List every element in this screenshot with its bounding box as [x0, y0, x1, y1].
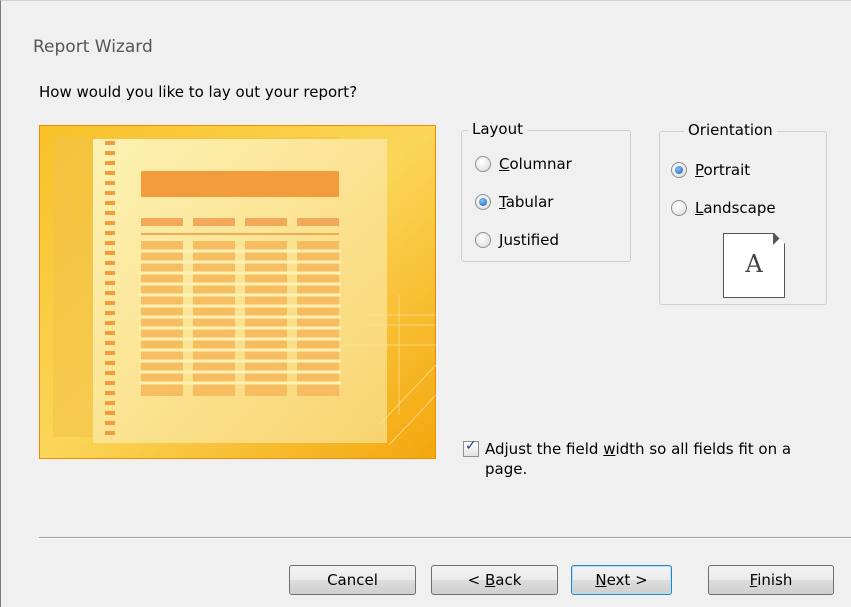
portrait-page-icon: A	[723, 233, 785, 298]
layout-columnar-radio[interactable]: Columnar	[475, 155, 572, 173]
justified-radio-circle[interactable]	[475, 232, 491, 248]
tabular-radio-circle[interactable]	[475, 194, 491, 210]
page-icon-letter: A	[745, 250, 763, 278]
adjust-field-width-checkbox[interactable]: Adjust the field width so all fields fit…	[463, 438, 805, 479]
button-separator	[39, 537, 851, 539]
landscape-radio-circle[interactable]	[671, 200, 687, 216]
tabular-label: Tabular	[499, 193, 554, 211]
justified-label: Justified	[499, 231, 560, 249]
layout-tabular-radio[interactable]: Tabular	[475, 193, 553, 211]
next-button[interactable]: Next >	[571, 565, 672, 595]
layout-justified-radio[interactable]: Justified	[475, 231, 559, 249]
orientation-landscape-radio[interactable]: Landscape	[671, 199, 776, 217]
portrait-label: Portrait	[695, 161, 751, 179]
adjust-field-width-label: Adjust the field width so all fields fit…	[485, 440, 792, 478]
landscape-label: Landscape	[695, 199, 776, 217]
page-fold-cutout	[774, 233, 785, 244]
layout-group-legend: Layout	[468, 120, 527, 138]
back-button[interactable]: < Back	[431, 565, 558, 595]
cancel-button-label: Cancel	[327, 571, 378, 589]
orientation-group-legend: Orientation	[684, 121, 777, 139]
cancel-button[interactable]: Cancel	[289, 565, 416, 595]
next-button-label: Next >	[595, 571, 648, 589]
adjust-field-width-checkbox-box[interactable]	[463, 438, 479, 457]
finish-button-label: Finish	[749, 571, 793, 589]
finish-button[interactable]: Finish	[708, 565, 834, 595]
report-layout-preview	[38, 124, 437, 460]
tabular-preview-image	[38, 124, 437, 460]
columnar-radio-circle[interactable]	[475, 156, 491, 172]
report-wizard-window: Report Wizard How would you like to lay …	[0, 0, 851, 607]
window-title: Report Wizard	[33, 37, 153, 57]
orientation-portrait-radio[interactable]: Portrait	[671, 161, 750, 179]
back-button-label: < Back	[467, 571, 522, 589]
layout-question: How would you like to lay out your repor…	[39, 83, 358, 101]
portrait-radio-circle[interactable]	[671, 162, 687, 178]
columnar-label: Columnar	[499, 155, 572, 173]
